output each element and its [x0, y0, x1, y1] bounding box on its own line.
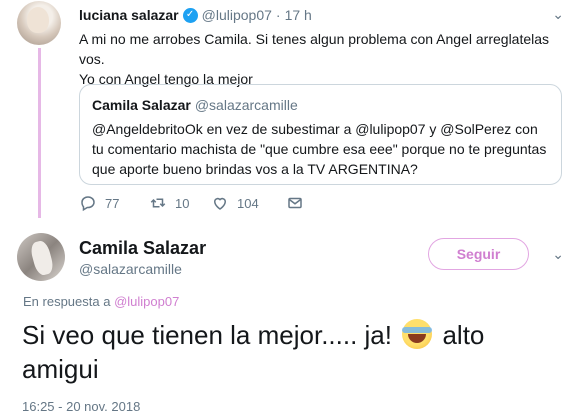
- quoted-tweet-header: Camila Salazar @salazarcamille: [92, 97, 549, 113]
- reply-author-handle[interactable]: @lulipop07: [202, 7, 272, 23]
- verified-badge-icon: ✓: [182, 7, 198, 23]
- heart-icon: [213, 197, 227, 210]
- like-count: 104: [237, 195, 259, 211]
- quoted-author-name: Camila Salazar: [92, 97, 191, 113]
- chevron-down-icon[interactable]: ⌄: [552, 6, 564, 23]
- like-action[interactable]: 104: [211, 194, 286, 212]
- reply-author-name[interactable]: luciana salazar: [79, 7, 179, 23]
- tweet-timestamp[interactable]: 16:25 - 20 nov. 2018: [22, 399, 140, 411]
- reply-icon: [81, 196, 95, 212]
- quoted-tweet-card[interactable]: Camila Salazar @salazarcamille @Angeldeb…: [79, 84, 562, 185]
- follow-button[interactable]: Seguir: [428, 238, 529, 270]
- envelope-icon: [288, 197, 302, 209]
- reply-context-prefix: En respuesta a: [23, 294, 111, 309]
- main-tweet-text-start: Si veo que tienen la mejor..... ja!: [22, 320, 392, 350]
- reply-tweet-header: luciana salazar ✓ @lulipop07 · 17 h: [79, 7, 312, 23]
- chevron-down-icon[interactable]: ⌄: [552, 246, 564, 263]
- reply-action[interactable]: 77: [79, 194, 149, 212]
- reply-count: 77: [105, 195, 120, 211]
- main-author-handle[interactable]: @salazarcamille: [79, 261, 182, 277]
- main-author-name[interactable]: Camila Salazar: [79, 238, 206, 259]
- reply-tweet-time[interactable]: 17 h: [285, 7, 312, 23]
- reply-tweet: luciana salazar ✓ @lulipop07 · 17 h ⌄ A …: [0, 0, 580, 228]
- main-tweet-text: Si veo que tienen la mejor..... ja! alto…: [22, 318, 522, 386]
- retweet-icon: [150, 198, 166, 208]
- reply-author-avatar[interactable]: [17, 1, 61, 45]
- retweet-action[interactable]: 10: [149, 194, 211, 212]
- tweet-actions-bar: 77 10 104: [79, 193, 356, 213]
- quoted-tweet-text: @AngeldebritoOk en vez de subestimar a @…: [92, 121, 547, 177]
- reply-tweet-text: A mi no me arrobes Camila. Si tenes algu…: [79, 29, 559, 89]
- quoted-author-handle: @salazarcamille: [194, 97, 298, 113]
- retweet-count: 10: [175, 195, 190, 211]
- face-with-tears-of-joy-icon: [402, 319, 433, 349]
- thread-line: [38, 48, 41, 218]
- direct-message-action[interactable]: [286, 194, 356, 212]
- reply-context: En respuesta a @lulipop07: [23, 294, 179, 309]
- separator-dot: ·: [275, 7, 281, 23]
- reply-tweet-text-line: A mi no me arrobes Camila. Si tenes algu…: [79, 31, 550, 67]
- reply-context-handle[interactable]: @lulipop07: [114, 294, 179, 309]
- main-author-avatar[interactable]: [17, 233, 65, 281]
